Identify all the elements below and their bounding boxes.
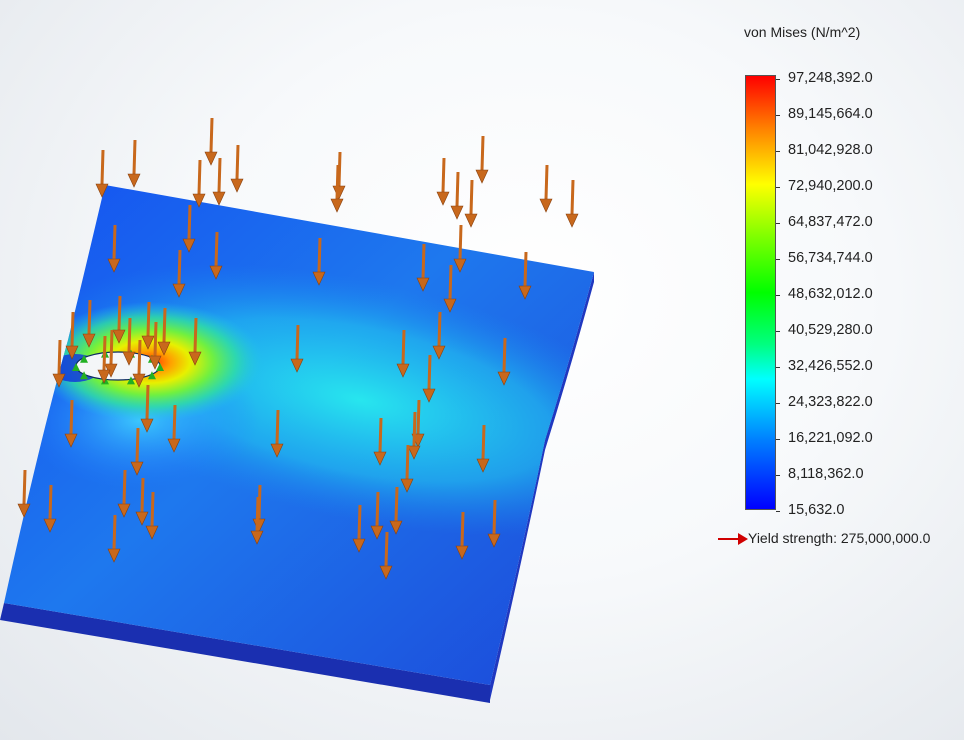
load-arrow-icon[interactable]: [127, 139, 141, 188]
stress-plot-viewport[interactable]: [0, 0, 964, 740]
load-arrow-icon[interactable]: [204, 117, 218, 166]
load-arrow-icon[interactable]: [464, 179, 478, 228]
load-arrow-icon[interactable]: [436, 157, 450, 206]
load-arrow-icon[interactable]: [450, 171, 464, 220]
load-arrow-icon[interactable]: [565, 179, 579, 228]
load-arrow-icon[interactable]: [230, 144, 244, 193]
load-arrow-icon[interactable]: [212, 157, 226, 206]
load-arrow-icon[interactable]: [475, 135, 489, 184]
load-arrow-icon[interactable]: [192, 159, 206, 208]
load-arrow-icon[interactable]: [539, 164, 553, 213]
